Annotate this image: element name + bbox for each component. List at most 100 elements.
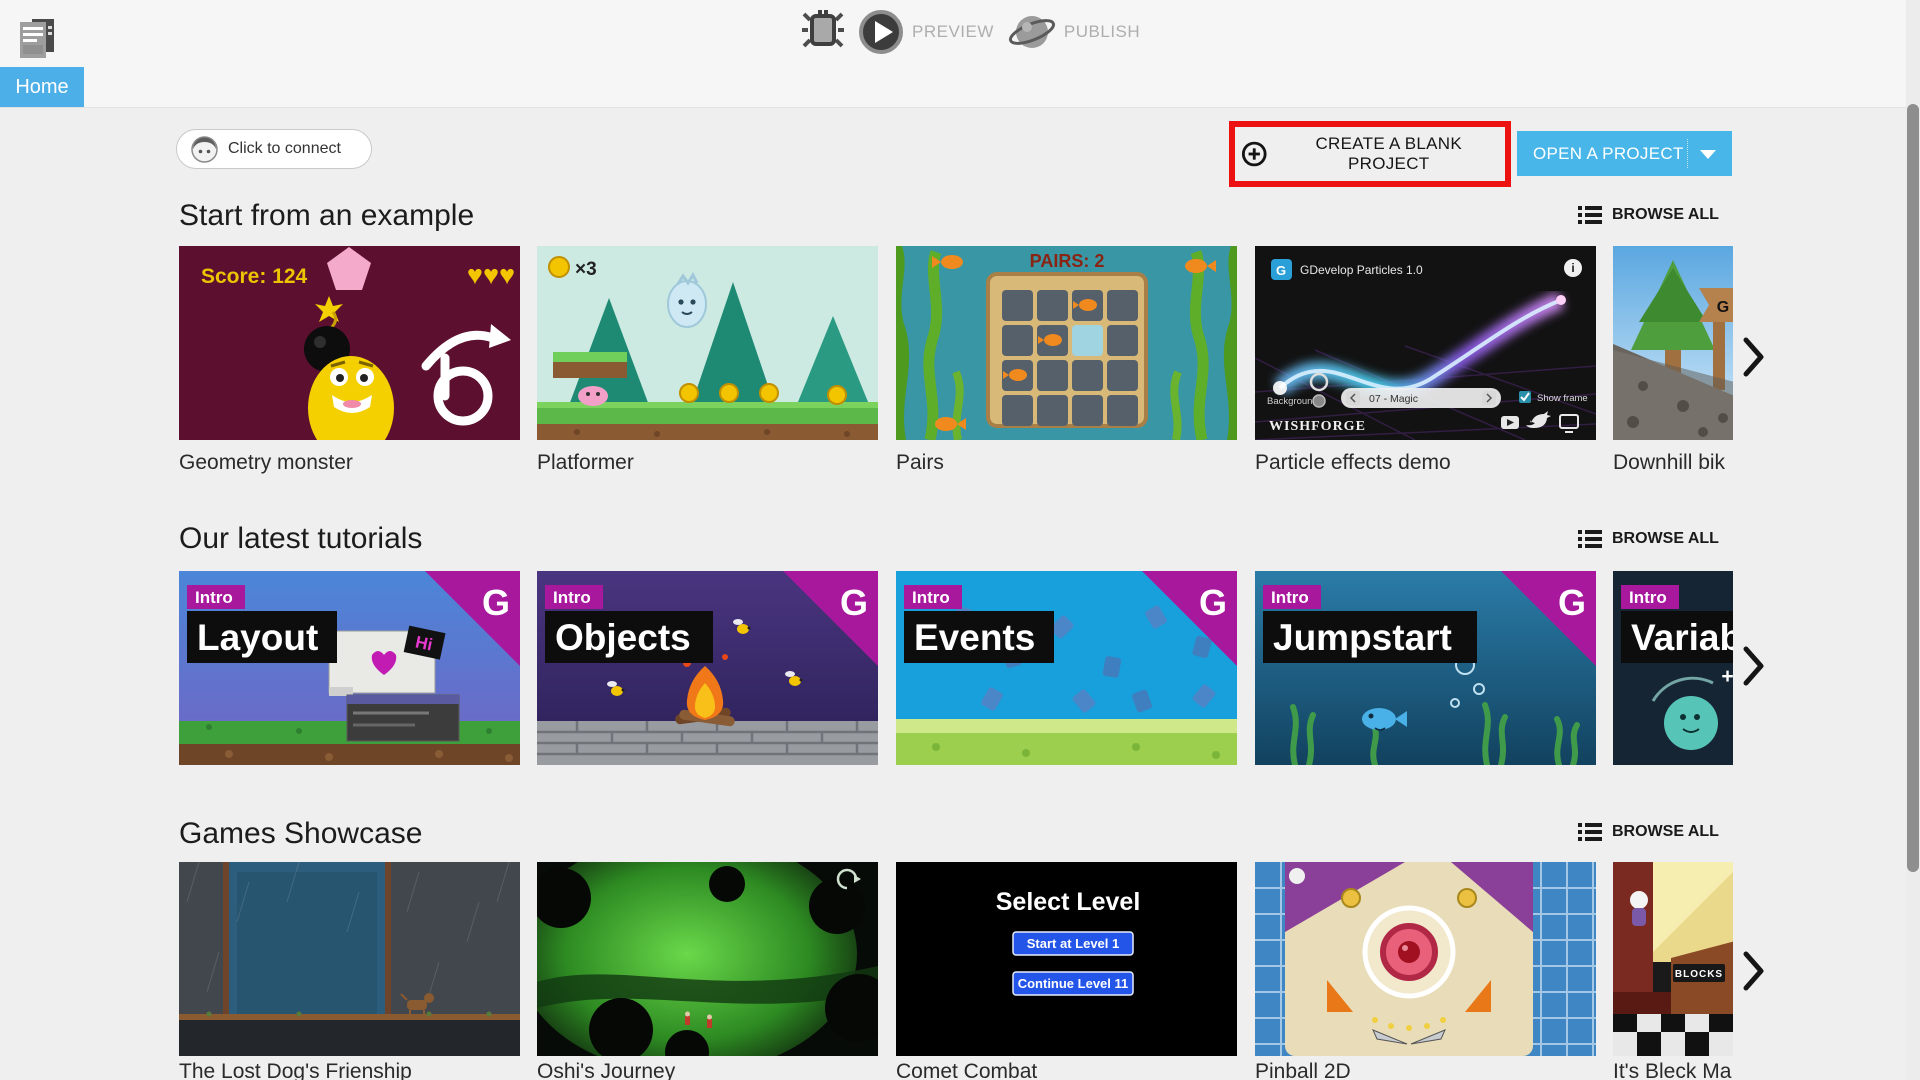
platformer-thumbnail: ×3	[537, 246, 878, 440]
events-tutorial-thumbnail: G Intro Events	[896, 571, 1237, 765]
connect-label: Click to connect	[228, 140, 341, 157]
continue-level-button-label: Continue Level 11	[1018, 976, 1129, 991]
open-project-divider	[1687, 139, 1688, 168]
create-blank-project-button[interactable]: CREATE A BLANK PROJECT	[1235, 133, 1505, 175]
example-card-platformer[interactable]: ×3	[537, 246, 878, 440]
publish-button[interactable]: PUBLISH	[1008, 9, 1140, 55]
svg-text:♥♥♥: ♥♥♥	[467, 260, 515, 290]
tutorial-card-layout[interactable]: Hi G Intro Layout	[179, 571, 520, 765]
showcase-card-bleck[interactable]: BLOCKS	[1613, 862, 1733, 1056]
bug-icon	[802, 9, 844, 47]
annotation-highlight-box: CREATE A BLANK PROJECT	[1229, 121, 1511, 187]
intro-badge: Intro	[912, 588, 950, 607]
pairs-thumbnail: PAIRS: 2	[896, 246, 1237, 440]
chevron-right-icon	[1743, 337, 1764, 377]
coin-counter-label: ×3	[575, 259, 597, 280]
plus-circle-icon	[1241, 141, 1267, 167]
preview-label: PREVIEW	[912, 22, 994, 41]
tutorial-card-events[interactable]: G Intro Events	[896, 571, 1237, 765]
open-project-label: OPEN A PROJECT	[1533, 143, 1684, 163]
card-title: Oshi's Journey	[537, 1060, 676, 1080]
tab-home[interactable]: Home	[0, 67, 84, 107]
section-title-showcase: Games Showcase	[179, 817, 423, 850]
card-title: Pinball 2D	[1255, 1060, 1351, 1080]
project-manager-button[interactable]	[10, 8, 56, 63]
example-card-pairs[interactable]: PAIRS: 2	[896, 246, 1237, 440]
browse-all-examples-button[interactable]: BROWSE ALL	[1578, 205, 1719, 224]
connect-button[interactable]: Click to connect	[176, 129, 372, 169]
section-title-tutorials: Our latest tutorials	[179, 522, 423, 555]
variables-tutorial-thumbnail: +1 G Intro Variab	[1613, 571, 1733, 765]
svg-text:i: i	[1571, 261, 1574, 275]
gdevelop-home-screen: PREVIEW PUBLISH Home Click to connect CR…	[0, 0, 1920, 1080]
tab-home-label: Home	[15, 75, 69, 98]
tutorial-word: Events	[914, 617, 1035, 658]
showcase-next-button[interactable]	[1742, 950, 1766, 997]
downhill-thumbnail: G	[1613, 246, 1733, 440]
showcase-card-pinball[interactable]	[1255, 862, 1596, 1056]
card-title: Downhill bik	[1613, 451, 1726, 474]
tutorial-card-objects[interactable]: G Intro Objects	[537, 571, 878, 765]
avatar-icon	[191, 135, 218, 163]
background-label: Background	[1267, 396, 1318, 407]
stacked-documents-icon	[20, 19, 54, 58]
card-title: Comet Combat	[896, 1060, 1038, 1080]
create-blank-project-label: CREATE A BLANK PROJECT	[1315, 134, 1463, 173]
comet-combat-thumbnail: Select Level Start at Level 1 Continue L…	[896, 862, 1237, 1056]
tutorial-card-variables[interactable]: +1 G Intro Variab	[1613, 571, 1733, 765]
intro-badge: Intro	[195, 588, 233, 607]
card-title: The Lost Dog's Frienship	[179, 1060, 412, 1080]
chevron-right-icon	[1743, 646, 1764, 686]
planet-publish-icon	[1008, 16, 1055, 48]
card-title: Platformer	[537, 451, 634, 474]
tutorial-word: Jumpstart	[1273, 617, 1452, 658]
example-card-geometry-monster[interactable]: Score: 124 ♥♥♥	[179, 246, 520, 440]
checker-floor	[1613, 1014, 1733, 1056]
showcase-card-oshi[interactable]	[537, 862, 878, 1056]
tutorial-word: Layout	[197, 617, 318, 658]
showcase-card-comet-combat[interactable]: Select Level Start at Level 1 Continue L…	[896, 862, 1237, 1056]
tutorial-word: Objects	[555, 617, 691, 658]
preview-button[interactable]: PREVIEW	[858, 9, 994, 55]
gdevelop-logo: G	[1199, 582, 1227, 623]
intro-badge: Intro	[553, 588, 591, 607]
list-icon	[1578, 206, 1602, 224]
preset-label: 07 - Magic	[1369, 393, 1418, 405]
blocks-sign-label: BLOCKS	[1675, 969, 1723, 980]
score-label: Score: 124	[201, 265, 308, 288]
debugger-button[interactable]	[802, 8, 844, 57]
oshi-thumbnail	[537, 862, 878, 1056]
list-icon	[1578, 530, 1602, 548]
intro-badge: Intro	[1629, 588, 1667, 607]
select-level-title: Select Level	[996, 888, 1141, 916]
layout-tutorial-thumbnail: Hi G Intro Layout	[179, 571, 520, 765]
showcase-carousel: Select Level Start at Level 1 Continue L…	[179, 862, 1733, 1080]
plus-one-label: +1	[1721, 665, 1733, 688]
gdevelop-logo: G	[1558, 582, 1586, 623]
chevron-down-icon[interactable]	[1700, 150, 1716, 159]
show-frame-label: Show frame	[1537, 393, 1588, 404]
toolbar-center: PREVIEW PUBLISH	[802, 6, 1140, 58]
gdevelop-logo: G	[840, 582, 868, 623]
browse-all-tutorials-button[interactable]: BROWSE ALL	[1578, 529, 1719, 548]
showcase-card-lost-dog[interactable]	[179, 862, 520, 1056]
pairs-header-label: PAIRS: 2	[1030, 251, 1105, 271]
sign-letter: G	[1717, 299, 1729, 316]
tutorial-card-jumpstart[interactable]: G Intro Jumpstart	[1255, 571, 1596, 765]
jumpstart-tutorial-thumbnail: G Intro Jumpstart	[1255, 571, 1596, 765]
browse-all-showcase-button[interactable]: BROWSE ALL	[1578, 822, 1719, 841]
section-title-examples: Start from an example	[179, 199, 475, 232]
geometry-monster-thumbnail: Score: 124 ♥♥♥	[179, 246, 520, 440]
bleck-thumbnail: BLOCKS	[1613, 862, 1733, 1056]
wishforge-brand: WISHFORGE	[1269, 419, 1366, 434]
examples-carousel: Score: 124 ♥♥♥ ×3 PAIRS: 2 G GDevelop Pa…	[179, 246, 1733, 486]
card-title: Particle effects demo	[1255, 451, 1451, 474]
objects-tutorial-thumbnail: G Intro Objects	[537, 571, 878, 765]
examples-next-button[interactable]	[1742, 336, 1766, 383]
svg-text:G: G	[1276, 263, 1286, 278]
tutorials-next-button[interactable]	[1742, 645, 1766, 692]
example-card-particle-effects[interactable]: G GDevelop Particles 1.0 i Background 07…	[1255, 246, 1596, 440]
card-title: Pairs	[896, 451, 944, 474]
scrollbar-thumb[interactable]	[1907, 104, 1919, 872]
example-card-downhill[interactable]: G	[1613, 246, 1733, 440]
